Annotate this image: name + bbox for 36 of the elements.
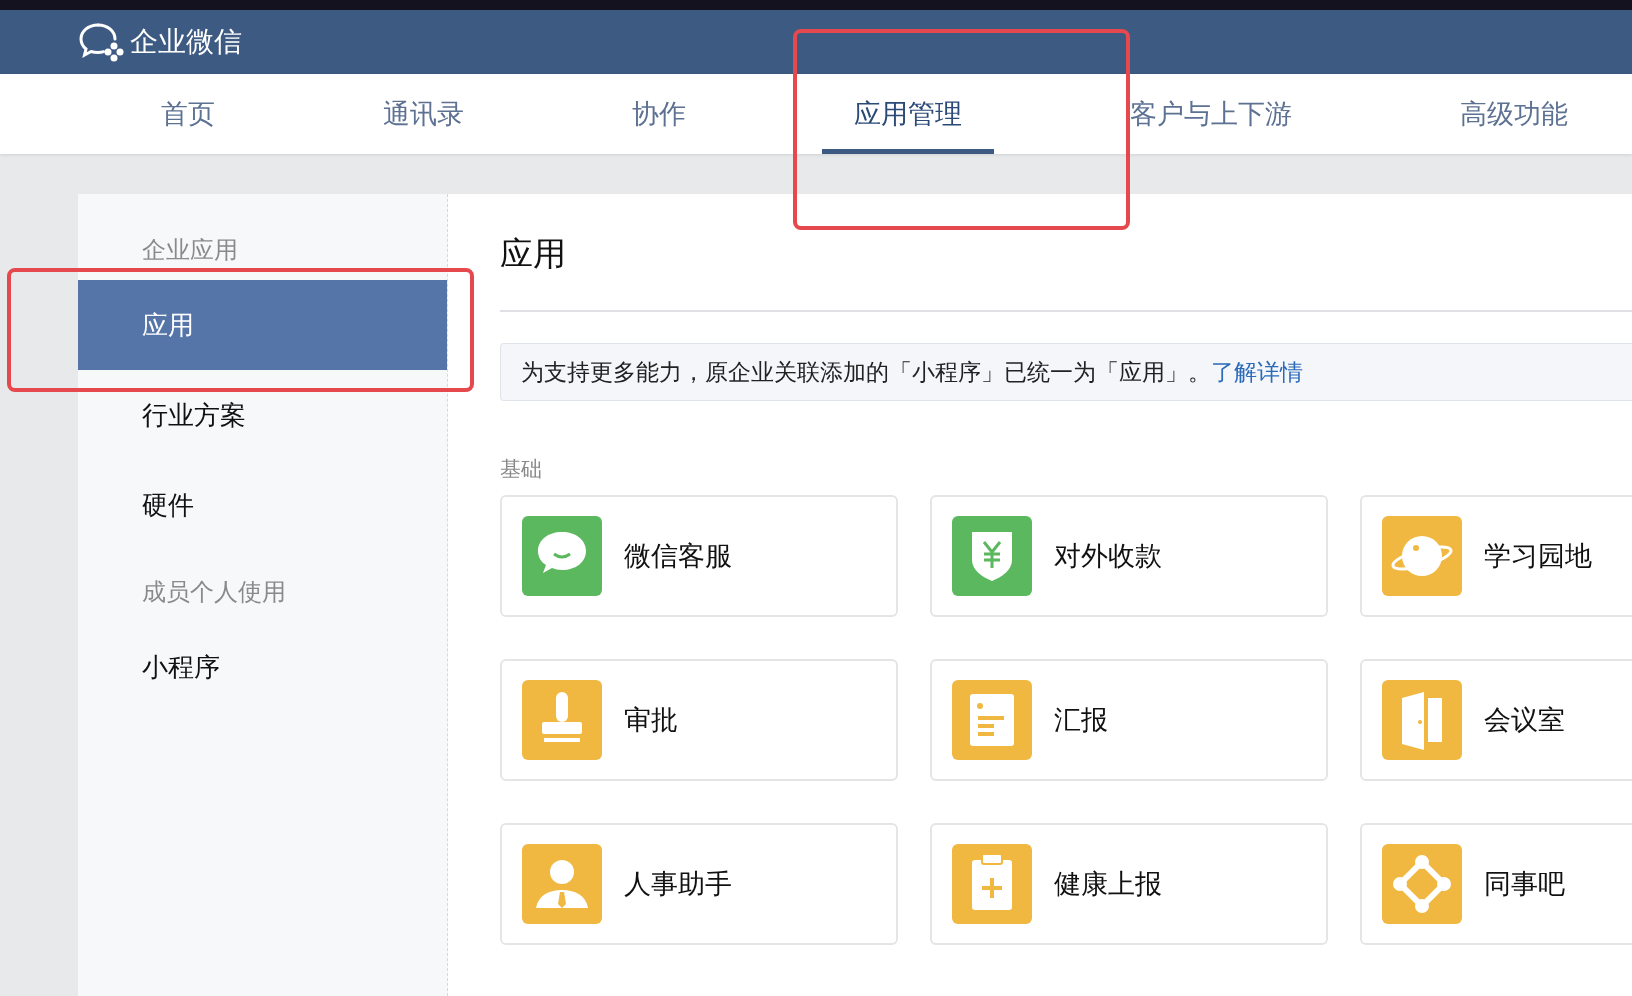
app-name: 会议室 <box>1484 704 1565 737</box>
sidebar-item[interactable]: 应用 <box>78 280 447 370</box>
nav-tab[interactable]: 首页 <box>129 74 247 154</box>
sidebar-group-label: 成员个人使用 <box>141 577 287 607</box>
app-name: 人事助手 <box>624 868 732 901</box>
nav-tab[interactable]: 高级功能 <box>1428 74 1600 154</box>
nav-tab[interactable]: 应用管理 <box>822 74 994 154</box>
app-card[interactable]: 人事助手 <box>500 823 898 945</box>
app-card[interactable]: 汇报 <box>930 659 1328 781</box>
app-card[interactable]: 审批 <box>500 659 898 781</box>
sidebar-item[interactable]: 小程序 <box>78 622 447 712</box>
app-card[interactable]: 健康上报 <box>930 823 1328 945</box>
app-name: 微信客服 <box>624 540 732 573</box>
learn-more-link[interactable]: 了解详情 <box>1211 356 1303 388</box>
app-card[interactable]: 会议室 <box>1360 659 1632 781</box>
app-card[interactable]: 学习园地 <box>1360 495 1632 617</box>
nav-tab[interactable]: 客户与上下游 <box>1098 74 1324 154</box>
page-title: 应用 <box>500 234 567 274</box>
app-name: 健康上报 <box>1054 868 1162 901</box>
chat-bubble-logo-icon <box>78 22 124 62</box>
app-name: 学习园地 <box>1484 540 1592 573</box>
app-name: 对外收款 <box>1054 540 1162 573</box>
app-card[interactable]: 对外收款 <box>930 495 1328 617</box>
sidebar-group-label: 企业应用 <box>141 235 239 265</box>
nav-tab[interactable]: 协作 <box>600 74 718 154</box>
app-card[interactable]: 微信客服 <box>500 495 898 617</box>
section-label: 基础 <box>500 456 543 482</box>
app-name: 审批 <box>624 704 678 737</box>
nav-tab[interactable]: 通讯录 <box>351 74 496 154</box>
sidebar-item[interactable]: 行业方案 <box>78 370 447 460</box>
app-name: 同事吧 <box>1484 868 1565 901</box>
app-card[interactable]: 同事吧 <box>1360 823 1632 945</box>
notice-text: 为支持更多能力，原企业关联添加的「小程序」已统一为「应用」。 <box>521 357 1211 387</box>
brand-name: 企业微信 <box>130 25 242 59</box>
app-name: 汇报 <box>1054 704 1108 737</box>
sidebar-item[interactable]: 硬件 <box>78 460 447 550</box>
